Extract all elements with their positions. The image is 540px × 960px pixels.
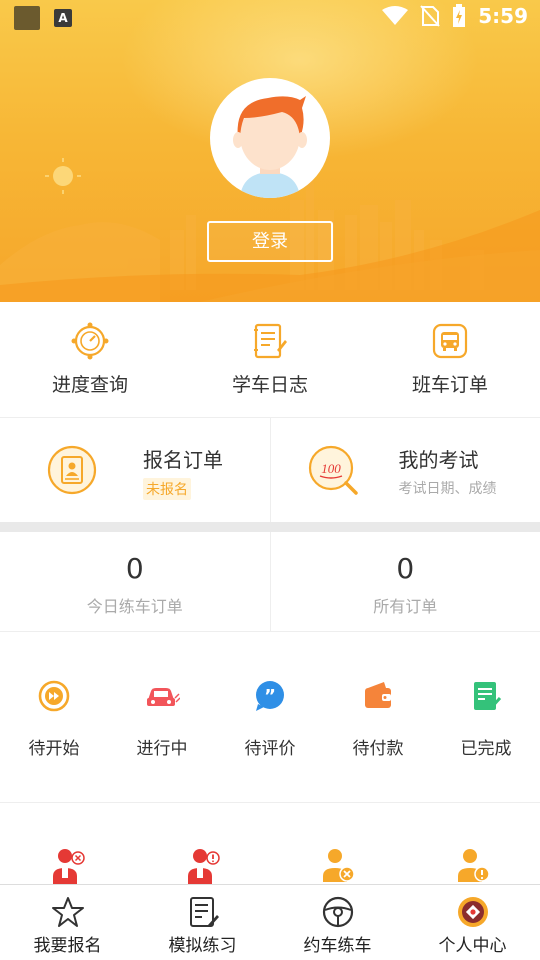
count-value: 0	[125, 552, 144, 585]
star-icon	[51, 897, 84, 927]
coach-remove-icon	[52, 849, 85, 886]
nav-label: 个人中心	[438, 936, 507, 956]
steering-wheel-icon	[322, 896, 353, 928]
order-status-row: 待开始 进行中 ” 待评价 待付款 已完成	[0, 664, 540, 774]
page: A 5:59 登录 进度查询 学车日志 班车订单 报名订单 未报名 100 我的…	[0, 0, 540, 960]
coach-shortcut-2[interactable]	[135, 846, 270, 886]
wallet-icon	[365, 682, 391, 708]
feature-progress-query[interactable]: 进度查询	[0, 302, 180, 417]
all-orders-count[interactable]: 0 所有订单	[269, 532, 540, 631]
coach-shortcuts-row	[0, 846, 540, 886]
battery-charging-icon	[453, 4, 466, 27]
my-exam-card[interactable]: 100 我的考试 考试日期、成绩	[269, 418, 540, 522]
completed-doc-icon	[474, 682, 502, 711]
car-icon	[147, 688, 180, 706]
no-sim-icon	[420, 5, 440, 27]
row-divider	[0, 802, 540, 803]
nav-label: 我要报名	[33, 936, 102, 956]
today-orders-count[interactable]: 0 今日练车订单	[0, 532, 270, 631]
order-count-row: 0 今日练车订单 0 所有订单	[0, 532, 540, 632]
practice-icon	[189, 897, 219, 927]
section-divider	[0, 522, 540, 532]
nav-item-practice[interactable]: 模拟练习	[135, 885, 270, 960]
journal-icon	[254, 323, 287, 359]
status-bar: A 5:59	[0, 0, 540, 36]
feature-shuttle-order[interactable]: 班车订单	[360, 302, 540, 417]
registration-order-icon	[47, 445, 97, 495]
status-completed[interactable]: 已完成	[432, 664, 540, 774]
status-time: 5:59	[478, 4, 528, 28]
status-label: 进行中	[136, 739, 188, 759]
status-pending-review[interactable]: ” 待评价	[216, 664, 324, 774]
coach-shortcut-4[interactable]	[405, 846, 540, 886]
feature-label: 学车日志	[231, 374, 308, 396]
status-in-progress[interactable]: 进行中	[108, 664, 216, 774]
status-pending-start[interactable]: 待开始	[0, 664, 108, 774]
personal-center-icon	[457, 897, 488, 927]
nav-label: 模拟练习	[168, 936, 237, 956]
profile-header: A 5:59 登录	[0, 0, 540, 302]
order-exam-row: 报名订单 未报名 100 我的考试 考试日期、成绩	[0, 418, 540, 522]
feature-learning-journal[interactable]: 学车日志	[180, 302, 360, 417]
status-label: 待开始	[28, 739, 80, 759]
avatar[interactable]	[210, 78, 330, 198]
nav-label: 约车练车	[303, 936, 372, 956]
feature-row: 进度查询 学车日志 班车订单	[0, 302, 540, 418]
user-remove-icon	[322, 849, 355, 882]
bottom-navigation: 我要报名 模拟练习 约车练车 个人中心	[0, 884, 540, 960]
status-pending-payment[interactable]: 待付款	[324, 664, 432, 774]
nav-item-register[interactable]: 我要报名	[0, 885, 135, 960]
exam-score-icon: 100	[308, 445, 358, 495]
coach-shortcut-3[interactable]	[270, 846, 405, 886]
nav-item-book-lesson[interactable]: 约车练车	[270, 885, 405, 960]
nav-item-personal-center[interactable]: 个人中心	[405, 885, 540, 960]
notification-thumbnail-icon	[14, 6, 40, 30]
status-label: 待评价	[244, 739, 296, 759]
comment-icon: ”	[256, 681, 284, 711]
registration-status-badge: 未报名	[143, 478, 191, 500]
fast-forward-icon	[38, 680, 70, 712]
count-value: 0	[396, 552, 415, 585]
default-avatar-icon	[233, 96, 307, 198]
registration-order-card[interactable]: 报名订单 未报名	[0, 418, 270, 522]
feature-label: 班车订单	[411, 374, 488, 396]
progress-icon	[71, 322, 109, 360]
svg-text:”: ”	[264, 686, 276, 707]
login-button[interactable]: 登录	[207, 221, 333, 262]
status-label: 待付款	[352, 739, 404, 759]
coach-shortcut-1[interactable]	[0, 846, 135, 886]
count-label: 今日练车订单	[86, 597, 183, 616]
app-notification-icon: A	[54, 9, 72, 27]
status-label: 已完成	[460, 739, 512, 759]
user-alert-icon	[457, 849, 490, 882]
my-exam-title: 我的考试	[398, 448, 479, 472]
shuttle-bus-icon	[432, 323, 468, 359]
feature-label: 进度查询	[51, 374, 128, 396]
svg-text:100: 100	[321, 461, 341, 476]
wifi-icon	[382, 6, 409, 25]
coach-alert-icon	[187, 849, 220, 886]
count-label: 所有订单	[373, 597, 438, 616]
registration-order-title: 报名订单	[143, 448, 223, 472]
my-exam-subtitle: 考试日期、成绩	[398, 481, 497, 497]
